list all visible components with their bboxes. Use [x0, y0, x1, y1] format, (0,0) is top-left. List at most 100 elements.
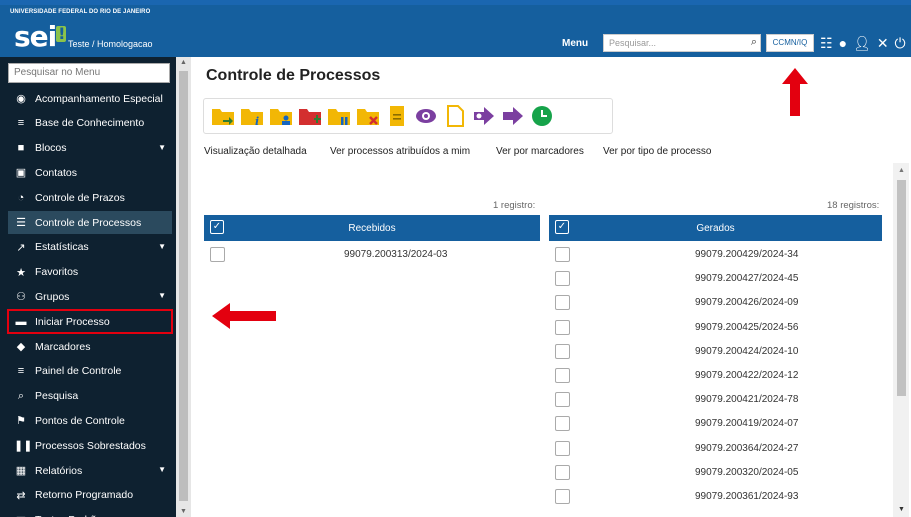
sidebar-item-iniciar-processo[interactable]: ▬ Iniciar Processo [7, 309, 173, 335]
row-checkbox[interactable] [555, 416, 570, 432]
pause-icon: ❚❚ [14, 440, 33, 453]
row-checkbox[interactable] [555, 489, 570, 504]
scroll-down-icon[interactable]: ▼ [180, 508, 187, 515]
link-by-markers[interactable]: Ver por marcadores [496, 146, 584, 157]
link-detailed-view[interactable]: Visualização detalhada [204, 146, 307, 157]
sidebar-item-label: Estatísticas [35, 241, 89, 254]
process-number-link[interactable]: 99079.200313/2024-03 [344, 249, 447, 260]
row-checkbox[interactable] [555, 295, 570, 311]
clock-icon[interactable] [529, 103, 555, 129]
menu-icon: ≡ [17, 365, 25, 378]
sei-logo[interactable]: sei! [14, 23, 67, 51]
row-checkbox[interactable] [555, 368, 570, 383]
sidebar-item-pesquisa[interactable]: ⌕ Pesquisa [8, 385, 172, 408]
eye-icon[interactable] [413, 103, 439, 129]
sidebar-item-label: Base de Conhecimento [35, 117, 145, 130]
sidebar-item-label: Retorno Programado [35, 489, 134, 502]
contact-card-icon: ▣ [15, 167, 27, 180]
folder-add-icon[interactable] [297, 103, 323, 129]
process-number-link[interactable]: 99079.200361/2024-93 [695, 491, 798, 502]
row-checkbox[interactable] [555, 319, 570, 335]
row-checkbox[interactable] [555, 271, 570, 287]
sidebar-item-controle-de-prazos[interactable]: ◔ Controle de Prazos [8, 186, 172, 209]
folder-info-icon[interactable]: i [239, 103, 265, 129]
scroll-down-icon[interactable]: ▼ [898, 506, 905, 513]
menu-toggle[interactable]: Menu [562, 38, 588, 49]
sidebar-scrollbar[interactable]: ▲ ▼ [176, 57, 191, 517]
sidebar-item-textos-padrao[interactable]: ▤Textos Padrão [8, 509, 172, 517]
tools-icon[interactable]: ✕ [877, 35, 889, 51]
main-scrollbar[interactable]: ▲ ▼ [893, 163, 909, 517]
chevron-down-icon[interactable]: ▼ [158, 143, 166, 152]
institution-name: UNIVERSIDADE FEDERAL DO RIO DE JANEIRO [10, 9, 151, 15]
sidebar-item-processos-sobrestados[interactable]: ❚❚ Processos Sobrestados [8, 434, 172, 457]
send-icon[interactable] [500, 103, 526, 129]
folder-close-icon[interactable] [355, 103, 381, 129]
sidebar-item-favoritos[interactable]: ★ Favoritos [8, 261, 172, 284]
sidebar-item-relatorios[interactable]: ▦ Relatórios ▼ [8, 459, 172, 482]
sidebar-item-pontos-de-controle[interactable]: ⚑ Pontos de Controle [8, 409, 172, 432]
forward-icon[interactable] [471, 103, 497, 129]
generated-table-row: 99079.200424/2024-10 [549, 340, 882, 364]
process-number-link[interactable]: 99079.200421/2024-78 [695, 394, 798, 405]
sidebar-item-label: Pesquisa [35, 390, 79, 403]
link-by-process-type[interactable]: Ver por tipo de processo [603, 146, 711, 157]
row-checkbox[interactable] [555, 440, 570, 456]
row-checkbox[interactable] [555, 343, 570, 359]
sidebar-item-label: Acompanhamento Especial [35, 92, 163, 105]
row-checkbox[interactable] [555, 464, 570, 480]
link-assigned-to-me[interactable]: Ver processos atribuídos a mim [330, 146, 470, 157]
search-icon[interactable]: ⌕ [751, 36, 757, 49]
sidebar-item-label: Processos Sobrestados [35, 439, 146, 452]
process-number-link[interactable]: 99079.200426/2024-09 [695, 297, 798, 308]
row-checkbox[interactable] [555, 247, 570, 262]
sidebar-item-marcadores[interactable]: ◆ Marcadores [8, 335, 172, 358]
process-number-link[interactable]: 99079.200424/2024-10 [695, 346, 798, 357]
sidebar-item-controle-de-processos[interactable]: ☰ Controle de Processos [8, 211, 172, 234]
sidebar-item-contatos[interactable]: ▣ Contatos [8, 161, 172, 184]
scroll-up-icon[interactable]: ▲ [898, 167, 905, 174]
sidebar-item-painel-de-controle[interactable]: ≡ Painel de Controle [8, 360, 172, 383]
process-number-link[interactable]: 99079.200419/2024-07 [695, 418, 798, 429]
folder-send-icon[interactable] [210, 103, 236, 129]
menu-search-input[interactable]: Pesquisar no Menu [8, 63, 170, 83]
sidebar-item-retorno-programado[interactable]: ⇄ Retorno Programado [8, 484, 172, 507]
chevron-down-icon[interactable]: ▼ [158, 465, 166, 474]
sidebar-item-label: Controle de Processos [35, 216, 142, 229]
sidebar-item-acompanhamento-especial[interactable]: ◉ Acompanhamento Especial [8, 87, 172, 110]
folder-user-icon[interactable] [268, 103, 294, 129]
grid-icon[interactable]: ☷ [820, 35, 833, 51]
sidebar-item-grupos[interactable]: ⚇ Grupos ▼ [8, 285, 172, 308]
process-number-link[interactable]: 99079.200425/2024-56 [695, 322, 798, 333]
sidebar-item-base-de-conhecimento[interactable]: ≡ Base de Conhecimento [8, 112, 172, 135]
sidebar-item-label: Contatos [35, 166, 78, 179]
globe-icon[interactable]: ● [839, 35, 847, 51]
chevron-down-icon[interactable]: ▼ [158, 242, 166, 251]
new-document-icon[interactable] [442, 103, 468, 129]
process-number-link[interactable]: 99079.200429/2024-34 [695, 249, 798, 260]
table-icon: ▦ [15, 465, 27, 477]
user-icon[interactable]: 👤︎ [853, 35, 871, 51]
sidebar-item-blocos[interactable]: ■ Blocos ▼ [8, 137, 172, 160]
generated-table-row: 99079.200361/2024-93 [549, 485, 882, 509]
sidebar-item-estatisticas[interactable]: ↗ Estatísticas ▼ [8, 236, 172, 259]
power-icon[interactable]: ⏻ [895, 35, 906, 51]
process-number-link[interactable]: 99079.200422/2024-12 [695, 370, 798, 381]
row-checkbox[interactable] [555, 392, 570, 408]
unit-selector[interactable]: CCMN/IQ [766, 34, 814, 52]
star-icon: ★ [16, 266, 26, 279]
global-search-input[interactable]: Pesquisar... ⌕ [603, 34, 761, 52]
generated-table-row: 99079.200425/2024-56 [549, 316, 882, 340]
group-icon: ⚇ [16, 291, 26, 304]
sidebar-item-label: Painel de Controle [35, 365, 122, 378]
process-number-link[interactable]: 99079.200364/2024-27 [695, 443, 798, 454]
chevron-down-icon[interactable]: ▼ [158, 291, 166, 300]
scroll-up-icon[interactable]: ▲ [180, 59, 187, 66]
row-checkbox[interactable] [210, 247, 225, 262]
note-icon[interactable] [384, 103, 410, 129]
top-header: UNIVERSIDADE FEDERAL DO RIO DE JANEIRO s… [0, 0, 911, 57]
folder-pause-icon[interactable] [326, 103, 352, 129]
process-number-link[interactable]: 99079.200320/2024-05 [695, 467, 798, 478]
environment-label: Teste / Homologacao [68, 39, 153, 49]
process-number-link[interactable]: 99079.200427/2024-45 [695, 273, 798, 284]
